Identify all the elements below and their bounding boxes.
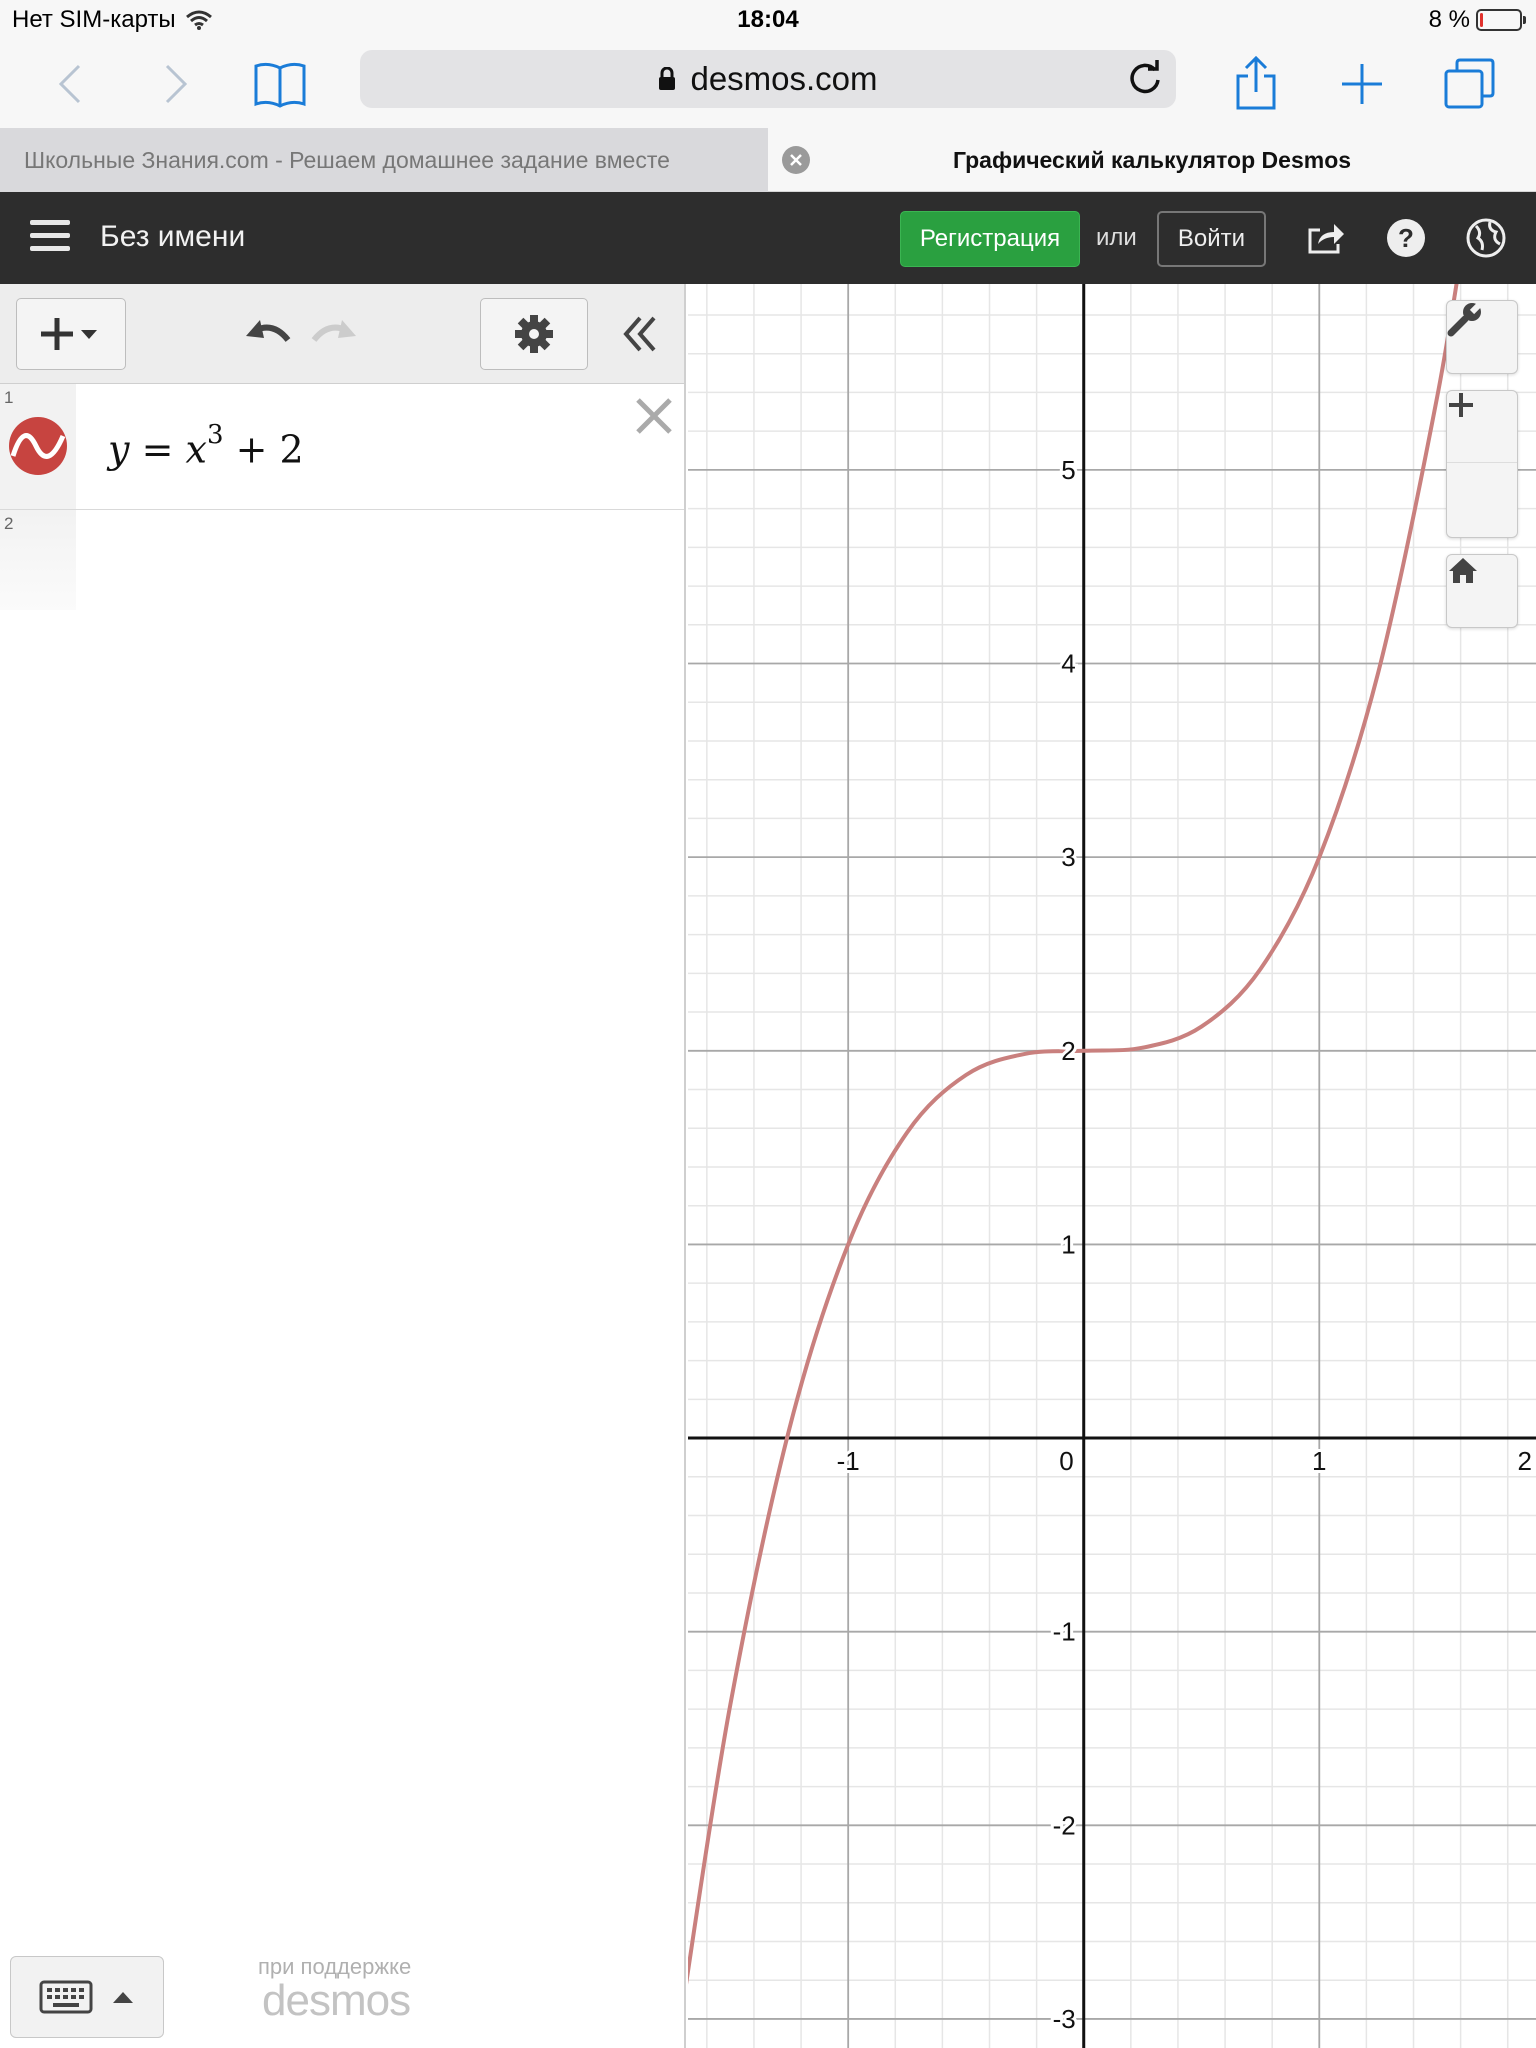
battery-icon: [1476, 9, 1526, 31]
y-tick-label: 2: [1061, 1036, 1075, 1066]
x-tick-label: 0: [1059, 1446, 1073, 1476]
tab-close-icon[interactable]: [782, 146, 810, 174]
zoom-out-icon[interactable]: [1447, 403, 1517, 535]
desmos-header: Без имени Регистрация или Войти ?: [0, 192, 1536, 284]
settings-button[interactable]: [480, 298, 588, 370]
share-icon[interactable]: [1220, 48, 1292, 120]
language-icon[interactable]: [1462, 214, 1510, 262]
status-bar: Нет SIM-карты 18:04 8 %: [0, 0, 1536, 40]
formula-x: x: [185, 427, 207, 472]
address-bar[interactable]: desmos.com: [360, 50, 1176, 108]
y-tick-label: 5: [1061, 455, 1075, 485]
help-icon[interactable]: ?: [1382, 214, 1430, 262]
x-tick-label: 1: [1312, 1446, 1326, 1476]
forward-icon[interactable]: [140, 48, 212, 120]
y-tick-label: -2: [1053, 1810, 1076, 1840]
new-tab-icon[interactable]: [1326, 48, 1398, 120]
graph-canvas[interactable]: -1 0 1 2 -3 -2 -1 1 2 3 4 5: [688, 284, 1536, 2048]
url-text: desmos.com: [690, 60, 878, 97]
x-tick-label: -1: [837, 1446, 860, 1476]
expression-panel: 1 y = x3 + 2 2 при поддержке desmos: [0, 284, 686, 2048]
share-graph-icon[interactable]: [1302, 214, 1350, 262]
battery-indicator: 8 %: [1428, 6, 1526, 34]
formula-y: y: [108, 427, 130, 472]
tab-bar: Школьные Знания.com - Решаем домашнее за…: [0, 128, 1536, 192]
y-tick-label: -3: [1053, 2004, 1076, 2034]
keyboard-toggle-button[interactable]: [10, 1956, 164, 2038]
expression-gutter: 1: [0, 384, 76, 509]
expression-gutter: 2: [0, 510, 76, 610]
keyboard-icon: [39, 1980, 93, 2014]
formula-equals: =: [141, 427, 174, 472]
y-tick-label: 4: [1061, 649, 1075, 679]
expression-row-empty[interactable]: 2: [0, 510, 684, 610]
signup-button[interactable]: Регистрация: [900, 211, 1080, 267]
zoom-controls: [1446, 390, 1518, 538]
default-viewport-button[interactable]: [1446, 554, 1518, 628]
back-icon[interactable]: [34, 48, 106, 120]
battery-percent: 8 %: [1428, 6, 1470, 33]
formula-exponent: 3: [206, 420, 224, 450]
tab-znanija[interactable]: Школьные Знания.com - Решаем домашнее за…: [0, 128, 768, 192]
tab-desmos[interactable]: Графический калькулятор Desmos: [768, 128, 1536, 192]
tabs-icon[interactable]: [1434, 48, 1506, 120]
battery-level: [1480, 13, 1484, 27]
lock-icon: [659, 67, 676, 90]
expression-row[interactable]: 1 y = x3 + 2: [0, 384, 684, 510]
graph-settings-button[interactable]: [1446, 300, 1518, 374]
curve-color-icon[interactable]: [8, 416, 68, 476]
add-icon: [41, 318, 97, 350]
login-button[interactable]: Войти: [1157, 211, 1266, 267]
graph-paper[interactable]: -1 0 1 2 -3 -2 -1 1 2 3 4 5: [688, 284, 1536, 2048]
caret-up-icon: [113, 1992, 133, 2003]
graph-title[interactable]: Без имени: [100, 220, 245, 254]
reload-icon[interactable]: [1124, 58, 1166, 100]
menu-icon[interactable]: [30, 220, 70, 256]
browser-toolbar: desmos.com: [0, 40, 1536, 128]
y-tick-label: 1: [1061, 1229, 1075, 1259]
expression-formula[interactable]: y = x3 + 2: [108, 420, 304, 472]
undo-icon[interactable]: [240, 306, 296, 362]
bookmarks-icon[interactable]: [244, 48, 316, 120]
expression-index: 2: [4, 514, 14, 533]
add-item-button[interactable]: [16, 298, 126, 370]
tab-title: Школьные Знания.com - Решаем домашнее за…: [24, 146, 670, 173]
y-tick-label: 3: [1061, 842, 1075, 872]
wrench-icon[interactable]: [1447, 301, 1517, 373]
delete-expression-icon[interactable]: [632, 394, 676, 438]
formula-rest: + 2: [235, 427, 304, 472]
svg-text:?: ?: [1398, 223, 1414, 253]
clock: 18:04: [737, 6, 799, 33]
y-tick-label: -1: [1053, 1617, 1076, 1647]
collapse-panel-icon[interactable]: [612, 306, 668, 362]
or-label: или: [1096, 224, 1137, 251]
home-icon[interactable]: [1447, 555, 1517, 627]
expression-toolbar: [0, 284, 684, 384]
redo-icon[interactable]: [306, 306, 362, 362]
tab-title: Графический калькулятор Desmos: [952, 146, 1352, 173]
desmos-logo: desmos: [262, 1976, 411, 2025]
x-tick-label: 2: [1518, 1446, 1532, 1476]
expression-index: 1: [4, 388, 14, 407]
gear-icon: [515, 315, 553, 353]
function-curve: [688, 284, 1459, 1985]
